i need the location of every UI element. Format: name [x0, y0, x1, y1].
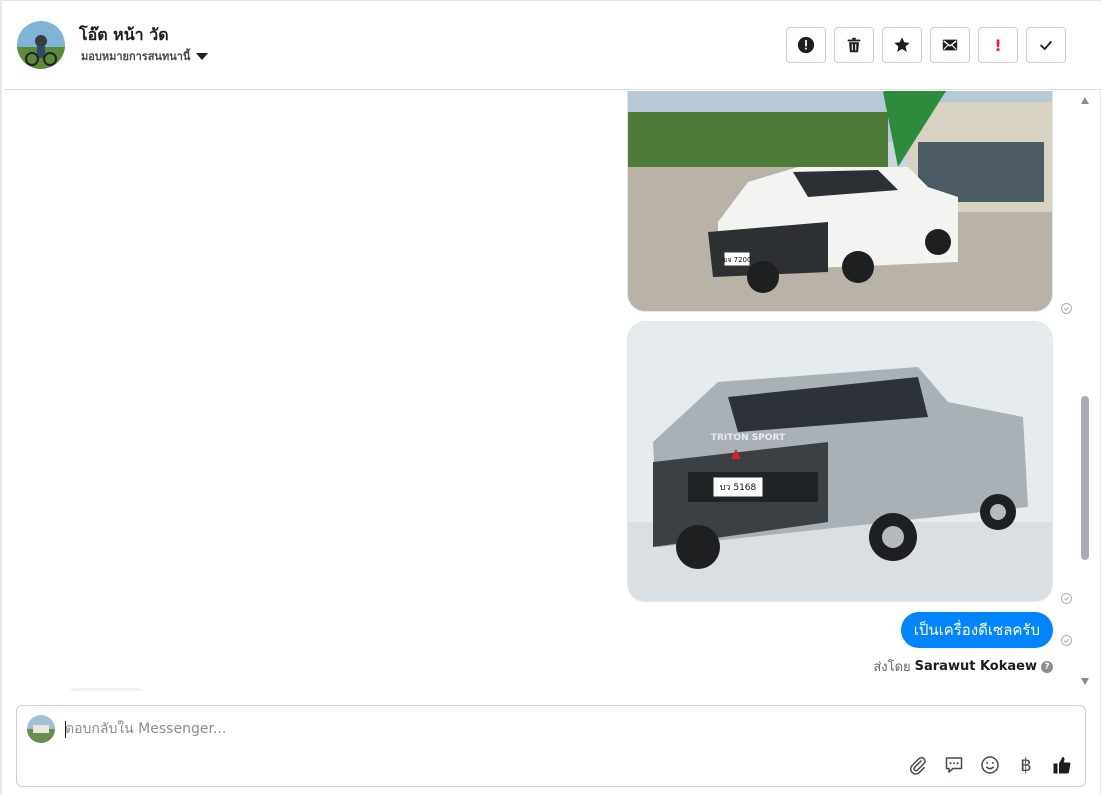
saved-reply-button[interactable] — [943, 754, 965, 776]
conversation-actions: ! — [786, 27, 1066, 63]
scroll-down-arrow-icon[interactable] — [1081, 678, 1089, 685]
silver-pickup-photo: บว 5168 TRITON SPORT — [628, 322, 1052, 601]
delete-button[interactable] — [834, 27, 874, 63]
emoji-button[interactable] — [979, 754, 1001, 776]
payment-button[interactable]: ฿ — [1015, 754, 1037, 776]
contact-name[interactable]: โอ๊ต หน้า วัด — [79, 23, 169, 48]
saved-reply-icon — [945, 757, 963, 773]
seen-check-icon — [1061, 593, 1072, 604]
check-icon — [1039, 40, 1053, 51]
incoming-bubble-peek — [66, 688, 148, 691]
star-icon — [894, 37, 910, 52]
plate-text-2: บว 5168 — [720, 483, 757, 493]
sent-by-prefix: ส่งโดย — [873, 660, 911, 675]
composer-tools: ฿ — [907, 754, 1073, 776]
assign-label: มอบหมายการสนทนานี้ — [81, 50, 191, 63]
payment-icon: ฿ — [1020, 754, 1032, 776]
trash-icon — [847, 37, 861, 53]
message-thread[interactable]: ขจ 7200 บว 5168 TRITON SPORT เป็นเครื่อง… — [4, 91, 1084, 691]
emoji-icon — [981, 756, 999, 774]
spam-icon — [797, 36, 815, 54]
seen-check-icon — [1061, 635, 1072, 646]
assign-conversation-dropdown[interactable]: มอบหมายการสนทนานี้ — [81, 47, 209, 65]
chevron-down-icon — [196, 53, 209, 60]
scrollbar-thumb[interactable] — [1081, 396, 1089, 560]
attach-icon — [910, 756, 926, 775]
help-icon[interactable]: ? — [1041, 660, 1053, 673]
thread-scrollbar[interactable] — [1078, 91, 1092, 691]
important-icon: ! — [994, 35, 1002, 55]
page-avatar — [27, 715, 55, 743]
plate-text-1: ขจ 7200 — [723, 256, 752, 264]
like-button[interactable] — [1051, 754, 1073, 776]
messenger-panel: โอ๊ต หน้า วัด มอบหมายการสนทนานี้ ! ขจ 72… — [0, 0, 1101, 795]
scroll-up-arrow-icon[interactable] — [1081, 97, 1089, 104]
photo-attachment-silver-truck[interactable]: บว 5168 TRITON SPORT — [627, 321, 1053, 602]
envelope-icon — [942, 39, 958, 51]
contact-avatar[interactable] — [17, 21, 65, 69]
star-button[interactable] — [882, 27, 922, 63]
hood-badge-text: TRITON SPORT — [711, 433, 786, 443]
seen-check-icon — [1061, 303, 1072, 314]
conversation-header: โอ๊ต หน้า วัด มอบหมายการสนทนานี้ ! — [4, 2, 1101, 90]
mark-spam-button[interactable] — [786, 27, 826, 63]
photo-attachment-white-truck[interactable]: ขจ 7200 — [627, 91, 1053, 312]
sent-by-line: ส่งโดย Sarawut Kokaew ? — [873, 656, 1053, 677]
sender-name: Sarawut Kokaew — [914, 659, 1037, 674]
mark-unread-button[interactable] — [930, 27, 970, 63]
reply-input[interactable] — [65, 716, 765, 742]
like-icon — [1053, 757, 1071, 774]
mark-important-button[interactable]: ! — [978, 27, 1018, 63]
message-bubble[interactable]: เป็นเครื่องดีเซลครับ — [900, 612, 1053, 648]
reply-composer: ฿ — [16, 705, 1086, 787]
text-cursor — [65, 721, 66, 738]
white-pickup-photo: ขจ 7200 — [628, 91, 1052, 311]
attach-button[interactable] — [907, 754, 929, 776]
mark-done-button[interactable] — [1026, 27, 1066, 63]
